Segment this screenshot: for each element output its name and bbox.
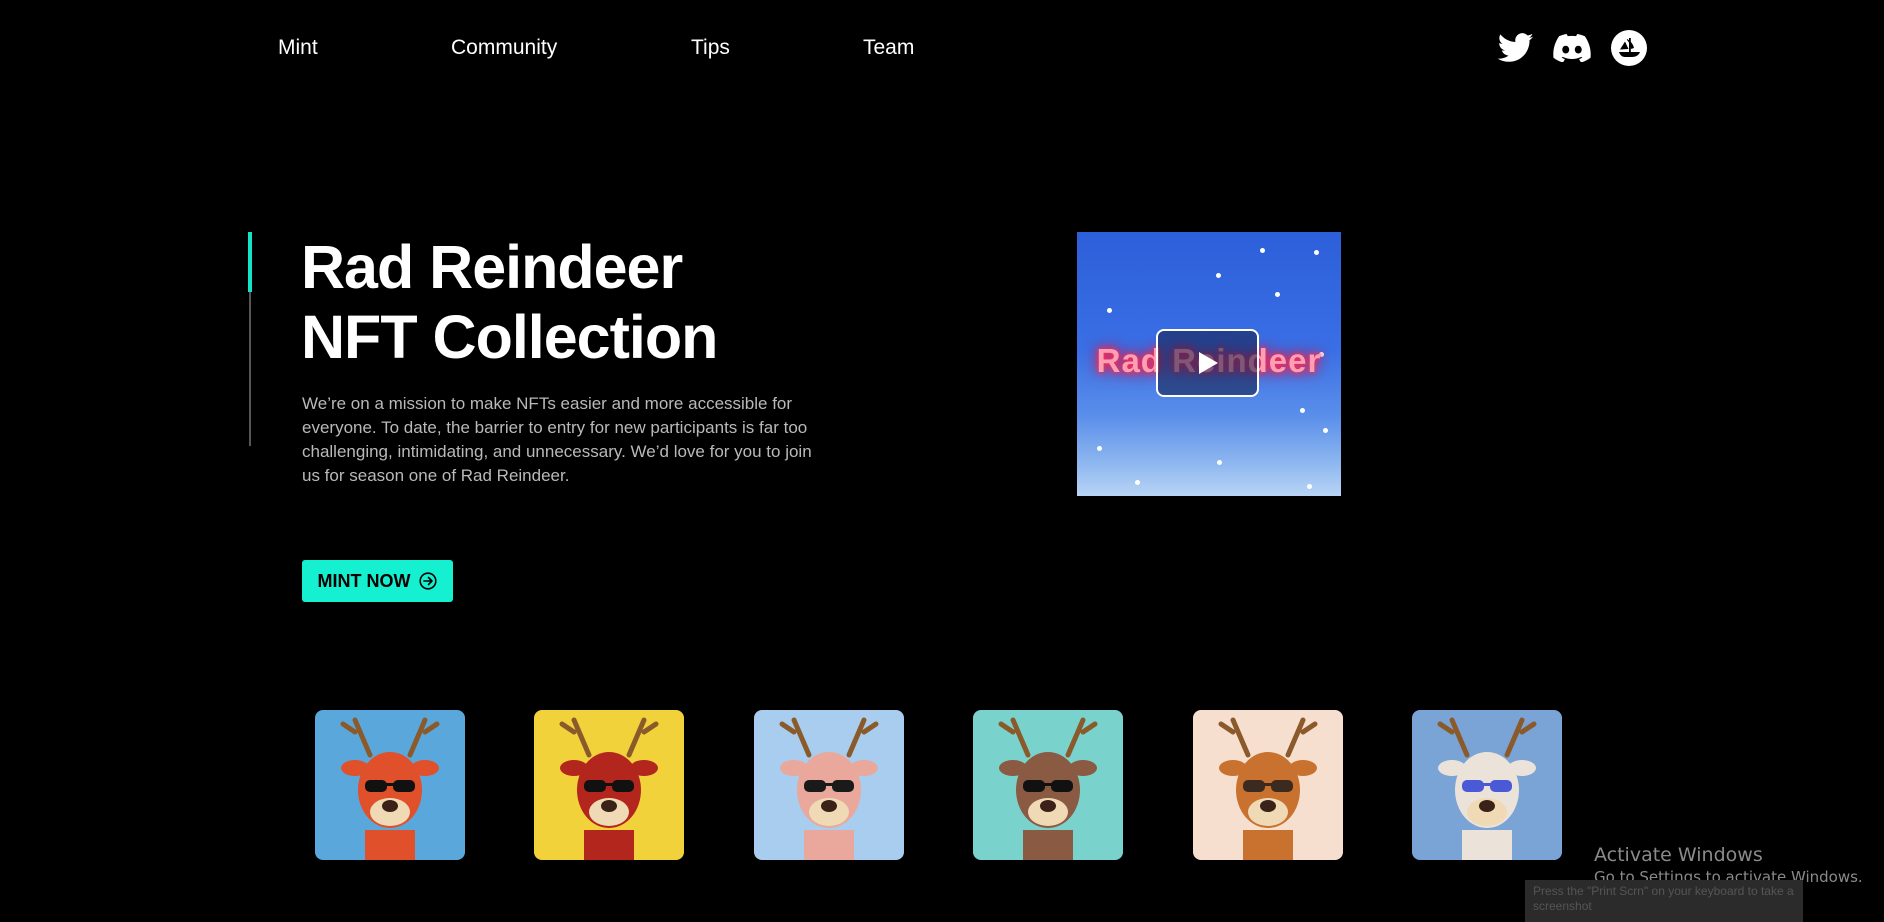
snowflake [1135,480,1140,485]
reindeer-image [534,710,684,860]
reindeer-image [1193,710,1343,860]
snowflake [1300,408,1305,413]
hero-accent-highlight [248,232,252,292]
reindeer-image [754,710,904,860]
video-player[interactable]: Rad Reindeer [1077,232,1341,496]
nft-tile[interactable] [534,710,684,860]
snowflake [1307,484,1312,489]
screenshot-toast: Press the "Print Scrn" on your keyboard … [1525,880,1803,922]
top-nav: Mint Community Tips Team [0,0,1884,96]
twitter-link[interactable] [1497,29,1535,67]
nft-tile[interactable] [973,710,1123,860]
reindeer-image [315,710,465,860]
hero-title-line1: Rad Reindeer [301,233,683,301]
play-icon [1198,352,1218,374]
snowflake [1216,273,1221,278]
arrow-circle-icon [419,572,438,590]
hero-title: Rad Reindeer NFT Collection [301,232,718,372]
snowflake [1314,250,1319,255]
nav-tips-link[interactable]: Tips [691,36,730,60]
snowflake [1275,292,1280,297]
snowflake [1323,428,1328,433]
nft-tile[interactable] [754,710,904,860]
opensea-link[interactable] [1610,29,1648,67]
nft-tile[interactable] [1193,710,1343,860]
snowflake [1217,460,1222,465]
snowflake [1260,248,1265,253]
reindeer-image [973,710,1123,860]
nav-community-link[interactable]: Community [451,36,557,60]
hero-accent-line [248,232,252,446]
twitter-icon [1498,33,1534,62]
snowflake [1107,308,1112,313]
nft-tile[interactable] [1412,710,1562,860]
mint-now-button[interactable]: MINT NOW [302,560,453,602]
nav-mint-link[interactable]: Mint [278,36,318,60]
nft-tile[interactable] [315,710,465,860]
activate-windows-title: Activate Windows [1594,844,1763,866]
snowflake [1097,446,1102,451]
hero-title-line2: NFT Collection [301,303,718,371]
mint-now-label: MINT NOW [317,570,411,591]
nav-team-link[interactable]: Team [863,36,914,60]
hero-description: We’re on a mission to make NFTs easier a… [302,394,812,485]
play-button[interactable] [1156,329,1259,397]
discord-link[interactable] [1553,29,1591,67]
discord-icon [1553,34,1591,62]
opensea-icon [1611,30,1647,66]
reindeer-image [1412,710,1562,860]
